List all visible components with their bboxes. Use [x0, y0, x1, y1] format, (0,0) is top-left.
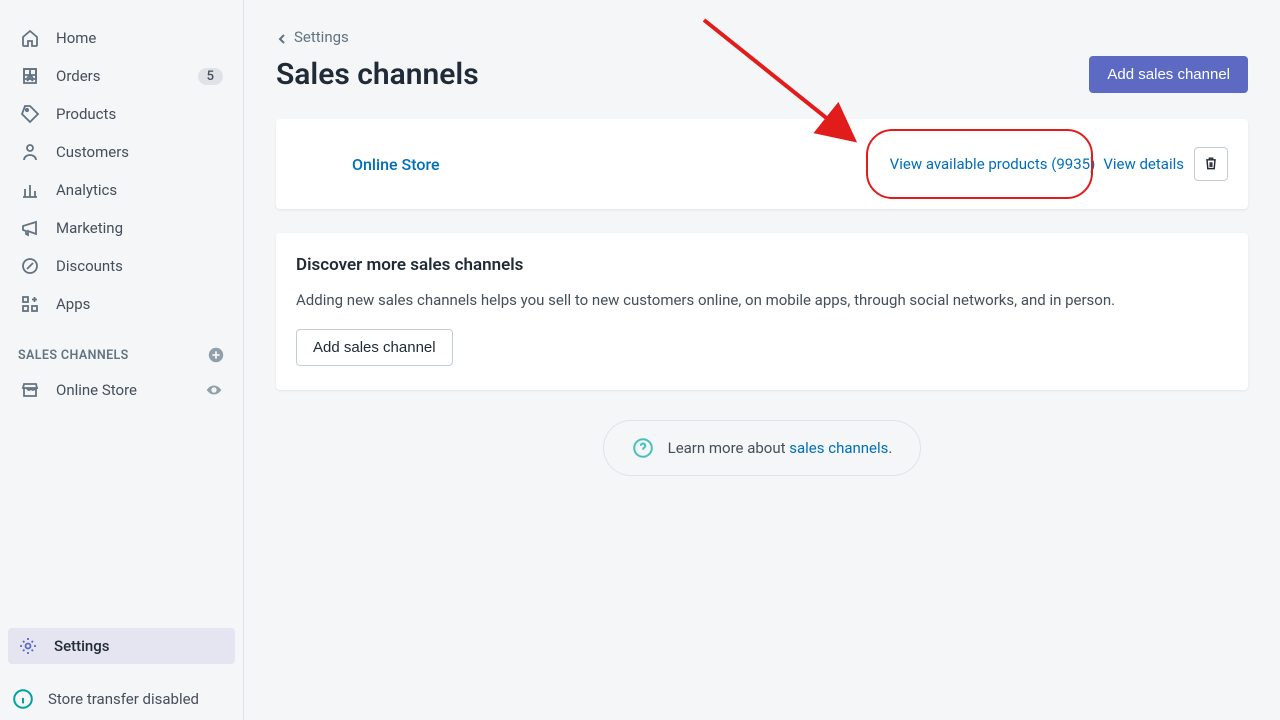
learn-more-pill: Learn more about sales channels. [603, 420, 922, 476]
nav-item-analytics[interactable]: Analytics [10, 172, 233, 208]
store-icon [20, 380, 40, 400]
nav-label: Apps [56, 295, 223, 313]
orders-badge: 5 [198, 68, 223, 85]
nav-item-online-store[interactable]: Online Store [10, 372, 233, 408]
page-title: Sales channels [276, 57, 479, 92]
nav-label: Home [56, 29, 223, 47]
tag-icon [20, 104, 40, 124]
nav-item-apps[interactable]: Apps [10, 286, 233, 322]
discover-title: Discover more sales channels [296, 255, 1228, 275]
question-icon [632, 437, 654, 459]
nav-item-home[interactable]: Home [10, 20, 233, 56]
nav-item-products[interactable]: Products [10, 96, 233, 132]
apps-icon [20, 294, 40, 314]
analytics-icon [20, 180, 40, 200]
nav-label: Customers [56, 143, 223, 161]
nav-item-customers[interactable]: Customers [10, 134, 233, 170]
add-channel-icon[interactable] [207, 346, 225, 364]
sidebar: Home Orders 5 Products Customers A [0, 0, 244, 720]
view-details-link[interactable]: View details [1103, 155, 1184, 173]
nav-item-marketing[interactable]: Marketing [10, 210, 233, 246]
sales-channels-header: SALES CHANNELS [0, 324, 243, 372]
discover-body: Adding new sales channels helps you sell… [296, 291, 1228, 309]
nav-label: Discounts [56, 257, 223, 275]
store-transfer-notice[interactable]: Store transfer disabled [0, 678, 243, 720]
megaphone-icon [20, 218, 40, 238]
trash-icon [1203, 155, 1219, 174]
channels-nav: Online Store [0, 372, 243, 410]
eye-icon[interactable] [205, 381, 223, 399]
nav-label: Products [56, 105, 223, 123]
breadcrumb-label: Settings [294, 28, 349, 46]
view-available-products-link[interactable]: View available products (9935) [890, 155, 1096, 173]
main-content: Settings Sales channels Add sales channe… [244, 0, 1280, 720]
discover-card: Discover more sales channels Adding new … [276, 233, 1248, 390]
section-title: SALES CHANNELS [18, 348, 129, 363]
sidebar-bottom: Settings [0, 620, 243, 674]
nav-label: Analytics [56, 181, 223, 199]
nav-item-settings[interactable]: Settings [8, 628, 235, 664]
nav-item-orders[interactable]: Orders 5 [10, 58, 233, 94]
learn-more-text: Learn more about sales channels. [668, 439, 893, 457]
channel-name-link[interactable]: Online Store [352, 155, 882, 174]
person-icon [20, 142, 40, 162]
nav-label: Online Store [56, 381, 205, 399]
add-sales-channel-button[interactable]: Add sales channel [1089, 56, 1248, 93]
nav-label: Marketing [56, 219, 223, 237]
chevron-left-icon [276, 31, 288, 43]
channel-row: Online Store View available products (99… [276, 119, 1248, 209]
nav-item-discounts[interactable]: Discounts [10, 248, 233, 284]
breadcrumb-back[interactable]: Settings [276, 28, 1248, 46]
learn-more-link[interactable]: sales channels [789, 439, 888, 457]
delete-channel-button[interactable] [1194, 147, 1228, 181]
info-icon [12, 688, 34, 710]
gear-icon [18, 636, 38, 656]
primary-nav: Home Orders 5 Products Customers A [0, 20, 243, 324]
discover-add-channel-button[interactable]: Add sales channel [296, 329, 453, 366]
orders-icon [20, 66, 40, 86]
nav-label: Orders [56, 67, 198, 85]
page-header: Sales channels Add sales channel [276, 56, 1248, 93]
home-icon [20, 28, 40, 48]
channel-card: Online Store View available products (99… [276, 119, 1248, 209]
discount-icon [20, 256, 40, 276]
footer-label: Store transfer disabled [48, 690, 199, 708]
nav-label: Settings [54, 637, 225, 655]
